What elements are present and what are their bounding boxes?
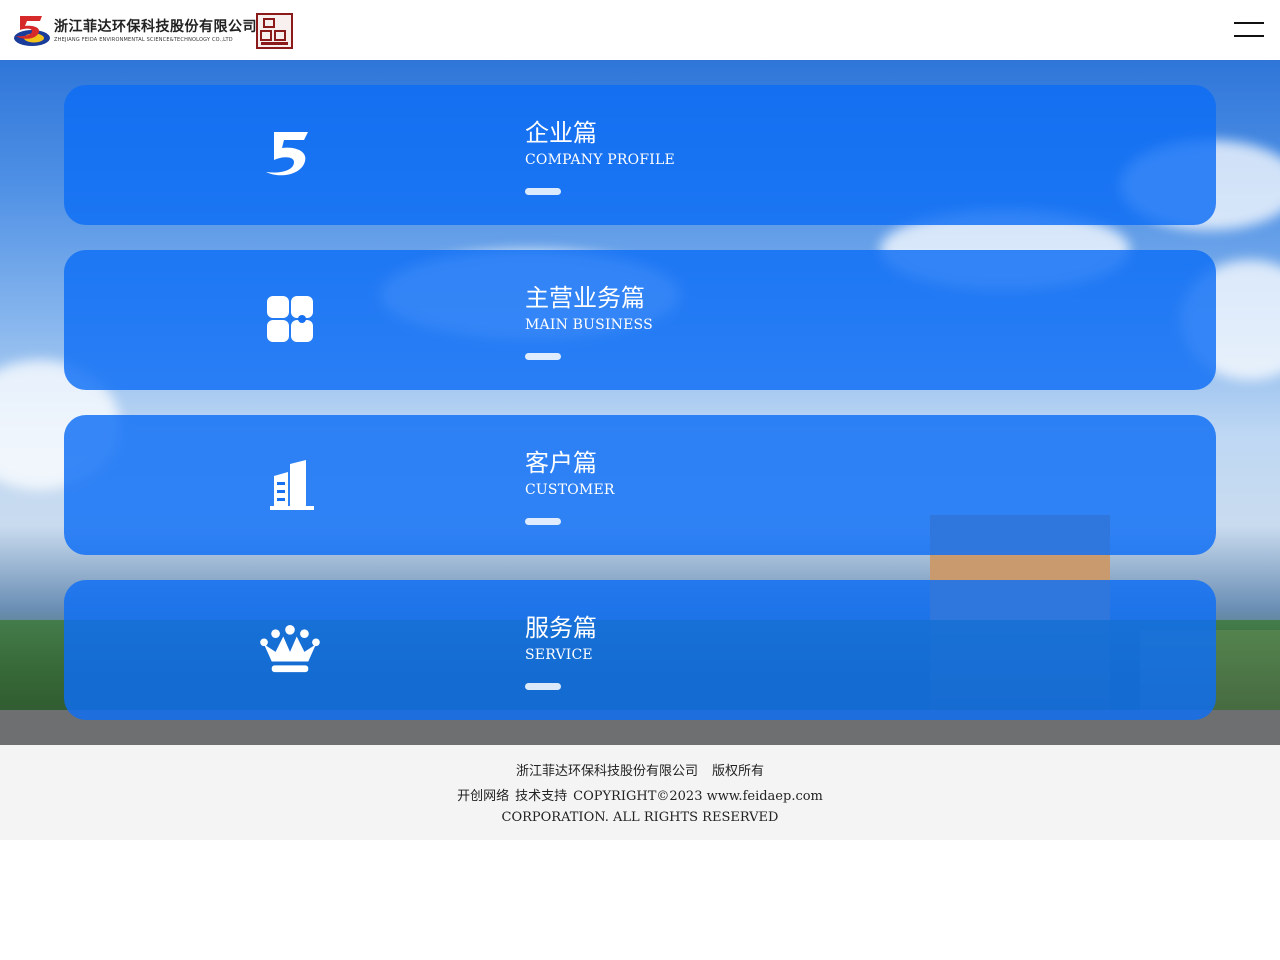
footer-support: 技术支持: [515, 789, 568, 804]
card-subtitle: CUSTOMER: [525, 482, 615, 498]
card-title: 服务篇: [525, 614, 597, 642]
footer-company-name: 浙江菲达环保科技股份有限公司: [515, 764, 698, 779]
menu-bar-bottom: [1234, 35, 1264, 37]
site-logo[interactable]: 浙江菲达环保科技股份有限公司 ZHEJIANG FEIDA ENVIRONMEN…: [12, 10, 294, 52]
footer-developer-link[interactable]: 开创网络: [457, 789, 509, 804]
footer-line-company: 浙江菲达环保科技股份有限公司 版权所有: [0, 760, 1280, 779]
card-title: 企业篇: [525, 119, 597, 147]
card-title: 主营业务篇: [525, 284, 645, 312]
card-accent-bar: [525, 683, 561, 690]
company-logo-icon: [266, 132, 308, 176]
site-header: 浙江菲达环保科技股份有限公司 ZHEJIANG FEIDA ENVIRONMEN…: [0, 0, 1280, 60]
logo-company-name: 浙江菲达环保科技股份有限公司: [54, 19, 257, 35]
card-subtitle: SERVICE: [525, 647, 593, 663]
brand-seal-icon: [256, 13, 293, 49]
footer-line-reserved: CORPORATION. ALL RIGHTS RESERVED: [501, 810, 779, 825]
footer-line-support: 开创网络 技术支持 COPYRIGHT©2023 www.feidaep.com: [0, 785, 1280, 804]
card-accent-bar: [525, 353, 561, 360]
grid-apps-icon: [267, 296, 313, 342]
card-accent-bar: [525, 518, 561, 525]
card-subtitle: COMPANY PROFILE: [525, 152, 675, 168]
card-service[interactable]: 服务篇 SERVICE: [64, 580, 1216, 720]
feida-logo-icon: [14, 16, 50, 46]
building-icon: [270, 460, 314, 510]
card-title: 客户篇: [525, 449, 597, 477]
site-footer: 浙江菲达环保科技股份有限公司 版权所有 开创网络 技术支持 COPYRIGHT©202…: [0, 745, 1280, 840]
menu-toggle-button[interactable]: [1234, 20, 1266, 40]
card-company-profile[interactable]: 企业篇 COMPANY PROFILE: [64, 85, 1216, 225]
logo-company-name-en: ZHEJIANG FEIDA ENVIRONMENTAL SCIENCE&TEC…: [54, 37, 233, 43]
footer-copyright: COPYRIGHT©2023 www.feidaep.com: [573, 789, 823, 804]
card-main-business[interactable]: 主营业务篇 MAIN BUSINESS: [64, 250, 1216, 390]
hero-section: 企业篇 COMPANY PROFILE 主营业务篇 MAIN BUSINESS: [0, 60, 1280, 745]
footer-rights: 版权所有: [712, 764, 765, 779]
menu-bar-top: [1234, 22, 1264, 24]
crown-icon: [260, 625, 320, 673]
card-subtitle: MAIN BUSINESS: [525, 317, 653, 333]
card-accent-bar: [525, 188, 561, 195]
card-customer[interactable]: 客户篇 CUSTOMER: [64, 415, 1216, 555]
